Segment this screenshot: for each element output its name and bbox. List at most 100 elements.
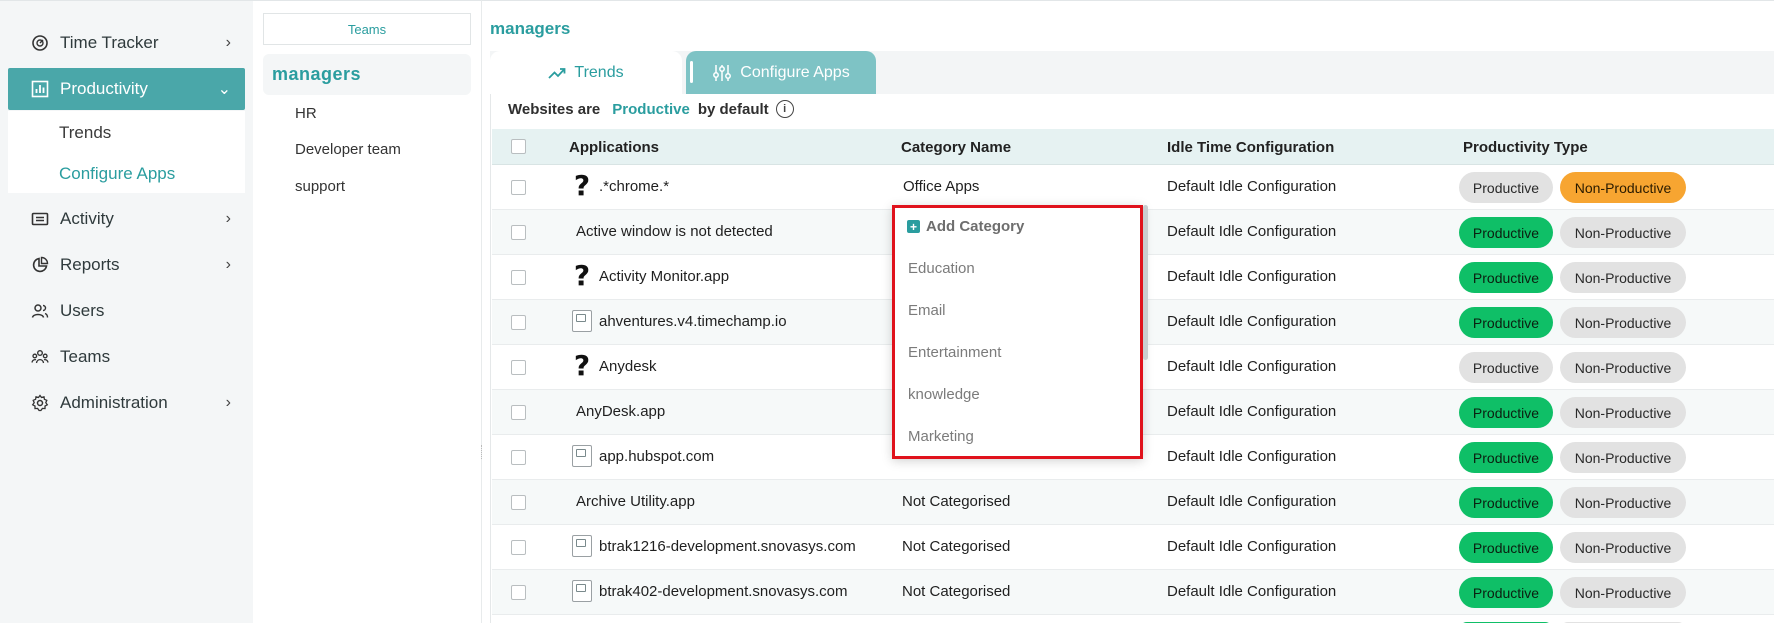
category-option[interactable]: Education <box>908 260 975 277</box>
productive-button[interactable]: Productive <box>1459 397 1553 428</box>
tab-trends[interactable]: Trends <box>490 51 682 94</box>
unknown-app-icon: ? <box>573 349 591 382</box>
trending-up-icon <box>548 66 566 80</box>
table-row[interactable]: Archive Utility.app Not Categorised Defa… <box>492 480 1774 525</box>
plus-icon: + <box>907 220 920 233</box>
category-name[interactable]: Not Categorised <box>902 583 1010 600</box>
row-checkbox[interactable] <box>511 450 526 465</box>
non-productive-button[interactable]: Non-Productive <box>1560 577 1686 608</box>
non-productive-button[interactable]: Non-Productive <box>1560 352 1686 383</box>
nav-label: Administration <box>60 393 168 412</box>
idle-config[interactable]: Default Idle Configuration <box>1167 448 1336 465</box>
non-productive-button[interactable]: Non-Productive <box>1560 172 1686 203</box>
nav-item-users[interactable]: Users <box>8 290 245 332</box>
chevron-right-icon: › <box>225 256 231 273</box>
subnav-item-trends[interactable]: Trends <box>59 123 111 143</box>
non-productive-button[interactable]: Non-Productive <box>1560 487 1686 518</box>
non-productive-button[interactable]: Non-Productive <box>1560 397 1686 428</box>
productivity-submenu: Trends Configure Apps <box>8 111 245 193</box>
row-checkbox[interactable] <box>511 180 526 195</box>
productive-button[interactable]: Productive <box>1459 262 1553 293</box>
column-header-productivity-type[interactable]: Productivity Type <box>1463 139 1588 156</box>
app-name: Archive Utility.app <box>576 493 695 510</box>
nav-label: Productivity <box>60 79 148 98</box>
productive-button[interactable]: Productive <box>1459 307 1553 338</box>
add-category-button[interactable]: + Add Category <box>907 218 1024 235</box>
team-item-hr[interactable]: HR <box>295 105 317 122</box>
table-row[interactable]: btrak402-development.snovasys.com Not Ca… <box>492 570 1774 615</box>
row-checkbox[interactable] <box>511 495 526 510</box>
idle-config[interactable]: Default Idle Configuration <box>1167 583 1336 600</box>
row-checkbox[interactable] <box>511 585 526 600</box>
productive-button[interactable]: Productive <box>1459 577 1553 608</box>
row-checkbox[interactable] <box>511 540 526 555</box>
non-productive-button[interactable]: Non-Productive <box>1560 532 1686 563</box>
idle-config[interactable]: Default Idle Configuration <box>1167 178 1336 195</box>
idle-config[interactable]: Default Idle Configuration <box>1167 493 1336 510</box>
row-checkbox[interactable] <box>511 405 526 420</box>
category-name[interactable]: Not Categorised <box>902 493 1010 510</box>
idle-config[interactable]: Default Idle Configuration <box>1167 268 1336 285</box>
category-dropdown: + Add Category Education Email Entertain… <box>892 205 1148 459</box>
non-productive-button[interactable]: Non-Productive <box>1560 307 1686 338</box>
non-productive-button[interactable]: Non-Productive <box>1560 262 1686 293</box>
productive-button[interactable]: Productive <box>1459 442 1553 473</box>
stopwatch-icon <box>30 33 50 53</box>
nav-item-reports[interactable]: Reports › <box>8 244 245 286</box>
app-name: Active window is not detected <box>576 223 773 240</box>
category-option[interactable]: Marketing <box>908 428 974 445</box>
table-row[interactable]: ? .*chrome.* Office Apps Default Idle Co… <box>492 165 1774 210</box>
select-all-checkbox[interactable] <box>511 139 526 154</box>
category-option[interactable]: Entertainment <box>908 344 1001 361</box>
nav-item-productivity[interactable]: Productivity ⌄ <box>8 68 245 110</box>
column-header-category[interactable]: Category Name <box>901 139 1011 156</box>
row-checkbox[interactable] <box>511 315 526 330</box>
pie-chart-icon <box>30 255 50 275</box>
non-productive-button[interactable]: Non-Productive <box>1560 442 1686 473</box>
idle-config[interactable]: Default Idle Configuration <box>1167 223 1336 240</box>
app-name: btrak402-development.snovasys.com <box>599 583 848 600</box>
idle-config[interactable]: Default Idle Configuration <box>1167 358 1336 375</box>
nav-item-teams[interactable]: Teams <box>8 336 245 378</box>
app-name: Activity Monitor.app <box>599 268 730 285</box>
app-name: .*chrome.* <box>599 178 670 195</box>
non-productive-button[interactable]: Non-Productive <box>1560 217 1686 248</box>
gear-icon <box>30 393 50 413</box>
row-checkbox[interactable] <box>511 225 526 240</box>
category-name[interactable]: Not Categorised <box>902 538 1010 555</box>
category-name[interactable]: Office Apps <box>903 178 979 195</box>
column-header-applications[interactable]: Applications <box>569 139 659 156</box>
tab-configure-apps[interactable]: Configure Apps <box>686 51 876 94</box>
team-item-developer-team[interactable]: Developer team <box>295 141 401 158</box>
productive-button[interactable]: Productive <box>1459 352 1553 383</box>
idle-config[interactable]: Default Idle Configuration <box>1167 538 1336 555</box>
productive-button[interactable]: Productive <box>1459 217 1553 248</box>
unknown-app-icon: ? <box>573 259 591 292</box>
nav-item-time-tracker[interactable]: Time Tracker › <box>8 22 245 64</box>
dropdown-scrollbar[interactable] <box>1143 205 1148 360</box>
default-value[interactable]: Productive <box>612 101 690 118</box>
broken-image-icon <box>571 443 593 469</box>
row-checkbox[interactable] <box>511 360 526 375</box>
productive-button[interactable]: Productive <box>1459 487 1553 518</box>
row-checkbox[interactable] <box>511 270 526 285</box>
teams-tab[interactable]: Teams <box>263 13 471 45</box>
users-icon <box>30 301 50 321</box>
table-row[interactable]: btrak1216-development.snovasys.com Not C… <box>492 525 1774 570</box>
column-header-idle-time[interactable]: Idle Time Configuration <box>1167 139 1334 156</box>
info-icon[interactable]: i <box>775 100 794 118</box>
unknown-app-icon: ? <box>573 169 591 202</box>
nav-item-activity[interactable]: Activity › <box>8 198 245 240</box>
idle-config[interactable]: Default Idle Configuration <box>1167 313 1336 330</box>
subnav-item-configure-apps[interactable]: Configure Apps <box>59 164 175 184</box>
idle-config[interactable]: Default Idle Configuration <box>1167 403 1336 420</box>
nav-item-administration[interactable]: Administration › <box>8 382 245 424</box>
category-option[interactable]: Email <box>908 302 946 319</box>
team-item-support[interactable]: support <box>295 178 345 195</box>
bar-chart-icon <box>30 79 50 99</box>
productive-button[interactable]: Productive <box>1459 172 1553 203</box>
selected-team-header[interactable]: managers <box>263 54 471 95</box>
category-option[interactable]: knowledge <box>908 386 980 403</box>
productive-button[interactable]: Productive <box>1459 532 1553 563</box>
nav-label: Activity <box>60 209 114 228</box>
